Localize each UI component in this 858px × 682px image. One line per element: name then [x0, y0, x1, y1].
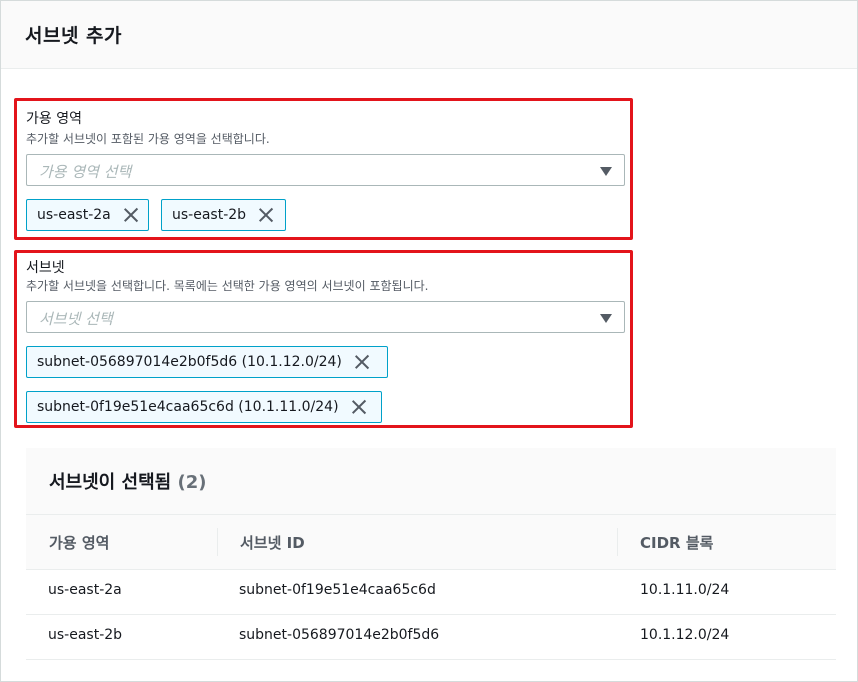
token-label: us-east-2a — [37, 207, 111, 223]
caret-down-icon — [600, 167, 612, 176]
availability-zone-label: 가용 영역 — [26, 111, 82, 127]
table-row: us-east-2b subnet-056897014e2b0f5d6 10.1… — [26, 615, 836, 660]
subnet-select[interactable]: 서브넷 선택 — [26, 301, 625, 333]
availability-zone-select[interactable]: 가용 영역 선택 — [26, 154, 625, 186]
selected-subnets-table: 서브넷이 선택됨 (2) 가용 영역 서브넷 ID CIDR 블록 us-eas… — [26, 448, 836, 660]
subnet-placeholder: 서브넷 선택 — [39, 310, 113, 328]
table-header: 서브넷이 선택됨 (2) — [26, 448, 836, 514]
subnet-token-1: subnet-056897014e2b0f5d6 (10.1.12.0/24) — [26, 346, 388, 378]
subnet-token-2: subnet-0f19e51e4caa65c6d (10.1.11.0/24) — [26, 391, 382, 423]
cell-cidr-block: 10.1.11.0/24 — [640, 582, 730, 598]
token-label: subnet-0f19e51e4caa65c6d (10.1.11.0/24) — [37, 399, 339, 415]
column-header-cidr-block[interactable]: CIDR 블록 — [640, 532, 713, 553]
column-header-subnet-id[interactable]: 서브넷 ID — [240, 532, 305, 553]
close-icon[interactable] — [258, 207, 274, 223]
availability-zone-placeholder: 가용 영역 선택 — [39, 163, 132, 181]
cell-cidr-block: 10.1.12.0/24 — [640, 627, 730, 643]
table-count: (2) — [177, 472, 207, 493]
cell-subnet-id: subnet-0f19e51e4caa65c6d — [239, 582, 436, 598]
token-label: us-east-2b — [172, 207, 247, 223]
subnet-description: 추가할 서브넷을 선택합니다. 목록에는 선택한 가용 영역의 서브넷이 포함됩… — [26, 279, 429, 293]
panel-title: 서브넷 추가 — [25, 25, 123, 47]
column-divider — [617, 528, 618, 556]
table-title: 서브넷이 선택됨 (2) — [49, 468, 206, 494]
add-subnets-panel: 서브넷 추가 가용 영역 추가할 서브넷이 포함된 가용 영역을 선택합니다. … — [0, 0, 858, 682]
panel-header: 서브넷 추가 — [1, 1, 857, 69]
cell-availability-zone: us-east-2a — [48, 582, 122, 598]
column-header-row: 가용 영역 서브넷 ID CIDR 블록 — [26, 514, 836, 570]
cell-subnet-id: subnet-056897014e2b0f5d6 — [239, 627, 440, 643]
cell-availability-zone: us-east-2b — [48, 627, 123, 643]
availability-zone-description: 추가할 서브넷이 포함된 가용 영역을 선택합니다. — [26, 132, 270, 146]
close-icon[interactable] — [351, 399, 367, 415]
az-token-us-east-2b: us-east-2b — [161, 199, 286, 231]
subnet-label: 서브넷 — [26, 260, 65, 276]
token-label: subnet-056897014e2b0f5d6 (10.1.12.0/24) — [37, 354, 342, 370]
az-token-us-east-2a: us-east-2a — [26, 199, 149, 231]
caret-down-icon — [600, 314, 612, 323]
column-header-availability-zone[interactable]: 가용 영역 — [49, 532, 109, 553]
table-row: us-east-2a subnet-0f19e51e4caa65c6d 10.1… — [26, 570, 836, 615]
table-title-text: 서브넷이 선택됨 — [49, 472, 172, 493]
close-icon[interactable] — [123, 207, 138, 223]
column-divider — [217, 528, 218, 556]
close-icon[interactable] — [354, 354, 370, 370]
